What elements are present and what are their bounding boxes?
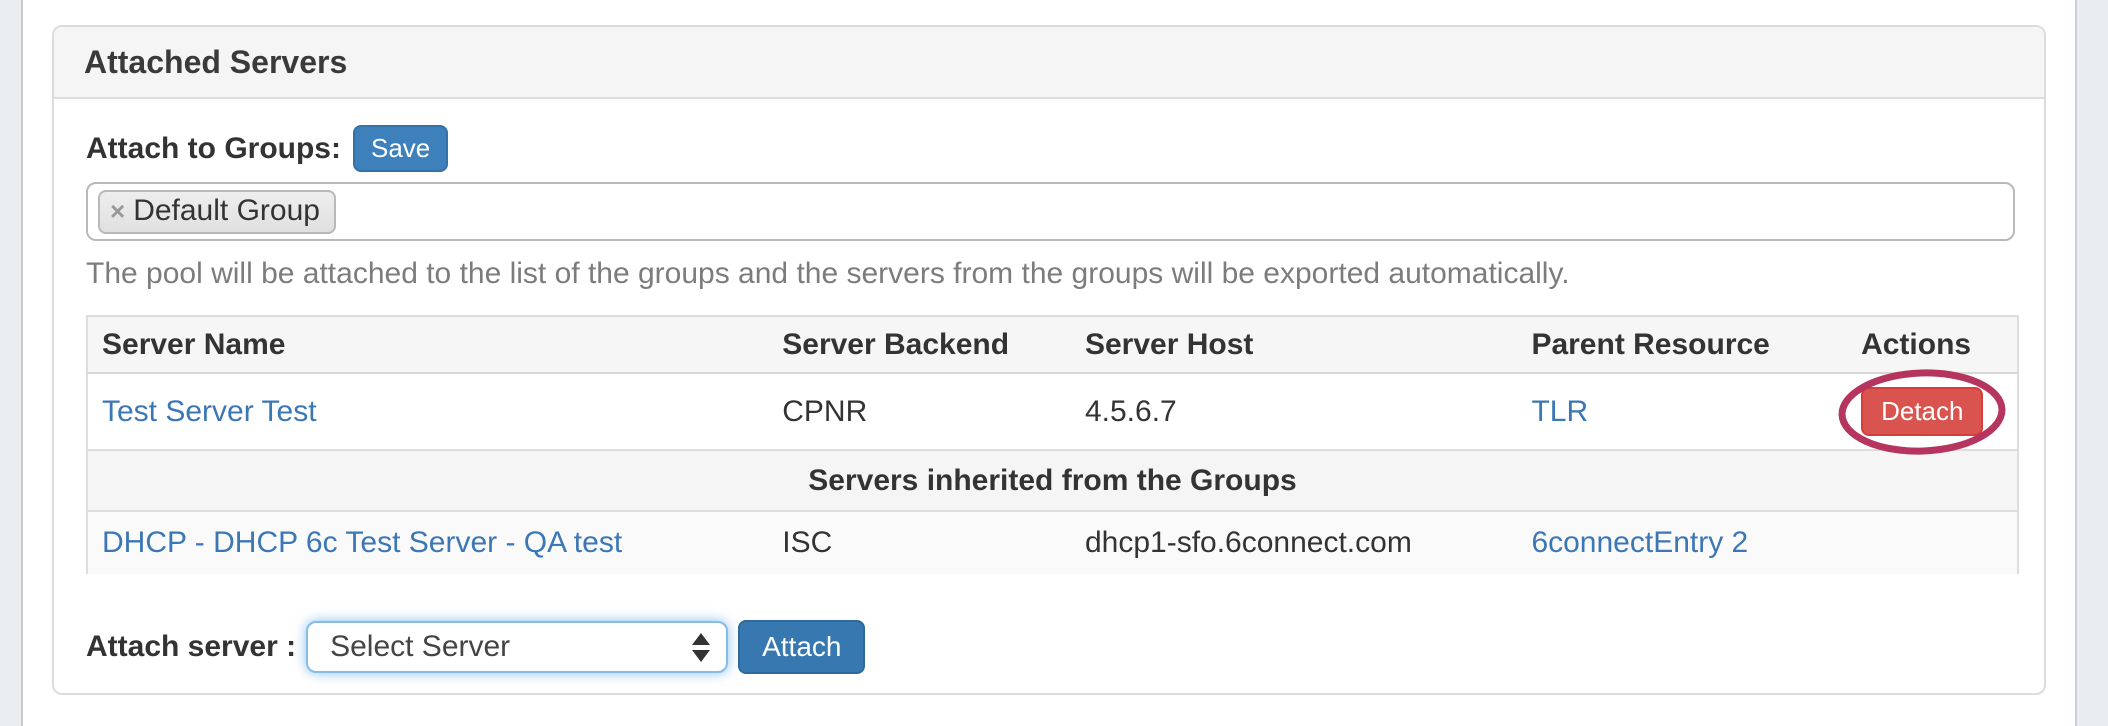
col-header-server-name: Server Name — [87, 316, 768, 373]
panel-title: Attached Servers — [84, 44, 347, 81]
server-host-cell: 4.5.6.7 — [1071, 373, 1517, 450]
groups-help-text: The pool will be attached to the list of… — [86, 257, 2015, 291]
attached-servers-table: Server Name Server Backend Server Host P… — [86, 315, 2019, 574]
page-right-edge — [2075, 0, 2108, 726]
server-name-link[interactable]: DHCP - DHCP 6c Test Server - QA test — [102, 526, 622, 559]
groups-tag-input[interactable]: × Default Group — [86, 182, 2015, 241]
attach-button[interactable]: Attach — [738, 620, 865, 674]
col-header-parent-resource: Parent Resource — [1517, 316, 1847, 373]
group-tag-label: Default Group — [133, 194, 320, 228]
detach-button[interactable]: Detach — [1861, 387, 1983, 436]
page-left-edge — [0, 0, 23, 726]
detach-button-wrapper: Detach — [1861, 387, 1983, 436]
parent-resource-link[interactable]: TLR — [1531, 395, 1588, 428]
attach-to-groups-label: Attach to Groups: — [86, 132, 341, 166]
server-select[interactable]: Select Server — [306, 621, 728, 673]
col-header-server-backend: Server Backend — [768, 316, 1071, 373]
panel-heading: Attached Servers — [54, 27, 2044, 99]
attach-server-label: Attach server : — [86, 630, 296, 664]
group-tag: × Default Group — [98, 190, 336, 234]
table-row: Test Server Test CPNR 4.5.6.7 TLR Detach — [87, 373, 2018, 450]
attached-servers-panel: Attached Servers Attach to Groups: Save … — [52, 25, 2046, 695]
panel-body: Attach to Groups: Save × Default Group T… — [54, 99, 2044, 674]
inherited-servers-caption-row: Servers inherited from the Groups — [87, 450, 2018, 511]
remove-tag-icon[interactable]: × — [110, 198, 125, 224]
select-stepper-icon — [692, 633, 710, 662]
attach-to-groups-row: Attach to Groups: Save — [86, 125, 2015, 172]
save-button[interactable]: Save — [353, 125, 448, 172]
server-backend-cell: ISC — [768, 511, 1071, 574]
server-host-cell: dhcp1-sfo.6connect.com — [1071, 511, 1517, 574]
table-header-row: Server Name Server Backend Server Host P… — [87, 316, 2018, 373]
col-header-server-host: Server Host — [1071, 316, 1517, 373]
attach-server-row: Attach server : Select Server Attach — [86, 620, 2015, 674]
server-backend-cell: CPNR — [768, 373, 1071, 450]
col-header-actions: Actions — [1847, 316, 2018, 373]
server-select-value: Select Server — [330, 630, 510, 664]
parent-resource-link[interactable]: 6connectEntry 2 — [1531, 526, 1748, 559]
server-name-link[interactable]: Test Server Test — [102, 395, 317, 428]
inherited-servers-caption: Servers inherited from the Groups — [87, 450, 2018, 511]
table-row: DHCP - DHCP 6c Test Server - QA test ISC… — [87, 511, 2018, 574]
